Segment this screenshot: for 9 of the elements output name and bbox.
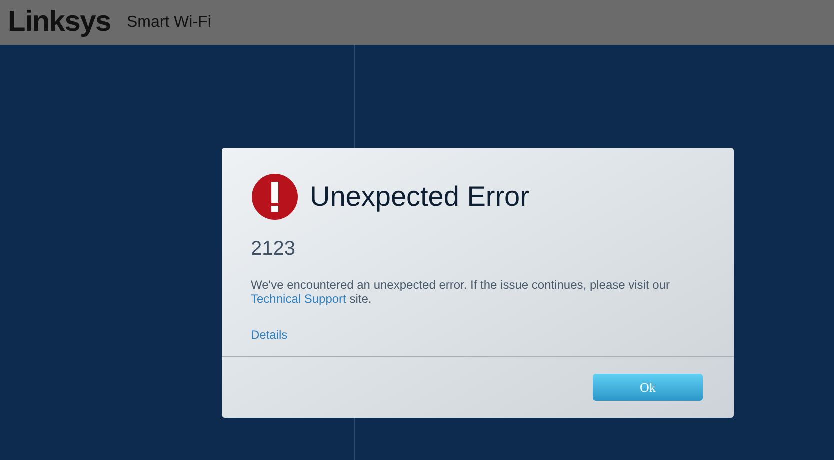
product-name: Smart Wi-Fi xyxy=(126,12,212,32)
details-link[interactable]: Details xyxy=(251,326,288,344)
logo: Linksys xyxy=(8,8,111,37)
error-icon xyxy=(251,173,299,221)
technical-support-link[interactable]: Technical Support xyxy=(251,292,346,306)
ok-button[interactable]: Ok xyxy=(593,374,703,401)
error-code: 2123 xyxy=(251,237,296,262)
error-message: We've encountered an unexpected error. If the issue continues, please visit our Technical Support site. xyxy=(251,278,671,306)
dialog-title: Unexpected Error xyxy=(310,180,530,214)
